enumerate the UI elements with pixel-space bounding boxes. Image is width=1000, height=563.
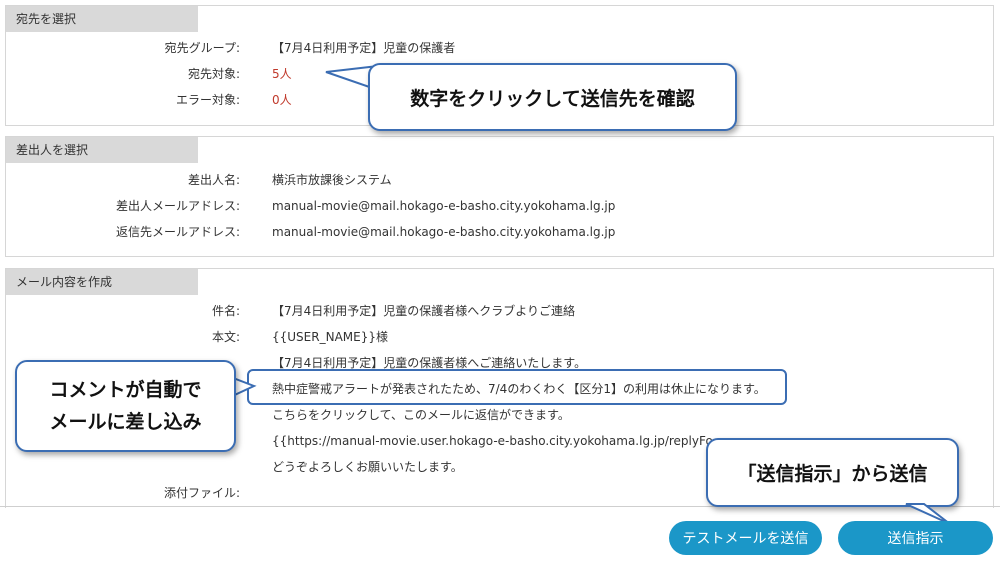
test-mail-button[interactable]: テストメールを送信 [669,521,822,555]
recipient-group-label: 宛先グループ: [164,41,240,55]
body-line: どうぞよろしくお願いいたします。 [272,460,463,474]
body-line: こちらをクリックして、このメールに返信ができます。 [272,408,570,422]
reply-email-label: 返信先メールアドレス: [115,225,240,239]
send-button[interactable]: 送信指示 [838,521,993,555]
recipient-target-count-link[interactable]: 5人 [272,64,292,84]
callout-comment-line2: メールに差し込み [49,411,202,433]
error-target-label: エラー対象: [175,93,240,107]
recipient-group-value: 【7月4日利用予定】児童の保護者 [272,41,456,55]
comment-highlight-box [247,369,787,405]
sender-panel: 差出人を選択 差出人名: 横浜市放課後システム 差出人メールアドレス: manu… [5,136,994,257]
attachment-label: 添付ファイル: [163,486,240,500]
body-line: {{USER_NAME}}様 [272,330,388,344]
error-target-count-link[interactable]: 0人 [272,90,292,110]
recipient-target-label: 宛先対象: [187,67,240,81]
callout-comment-line1: コメントが自動で [49,379,202,401]
reply-link[interactable]: {{https://manual-movie.user.hokago-e-bas… [272,431,713,451]
callout-click-number: 数字をクリックして送信先を確認 [368,63,737,131]
reply-email-value: manual-movie@mail.hokago-e-basho.city.yo… [272,225,616,239]
mail-panel-title: メール内容を作成 [6,269,198,295]
sender-panel-title: 差出人を選択 [6,137,198,163]
sender-email-label: 差出人メールアドレス: [115,199,240,213]
callout-send-from: 「送信指示」から送信 [706,438,959,507]
subject-label: 件名: [211,304,240,318]
callout-comment-insert: コメントが自動で メールに差し込み [15,360,236,452]
sender-name-value: 横浜市放課後システム [272,173,392,187]
subject-value: 【7月4日利用予定】児童の保護者様へクラブよりご連絡 [272,304,576,318]
recipient-panel-title: 宛先を選択 [6,6,198,32]
callout-send-from-text: 「送信指示」から送信 [737,463,928,485]
callout-click-number-text: 数字をクリックして送信先を確認 [410,87,695,110]
sender-email-value: manual-movie@mail.hokago-e-basho.city.yo… [272,199,616,213]
body-label: 本文: [211,330,240,344]
sender-name-label: 差出人名: [187,173,240,187]
